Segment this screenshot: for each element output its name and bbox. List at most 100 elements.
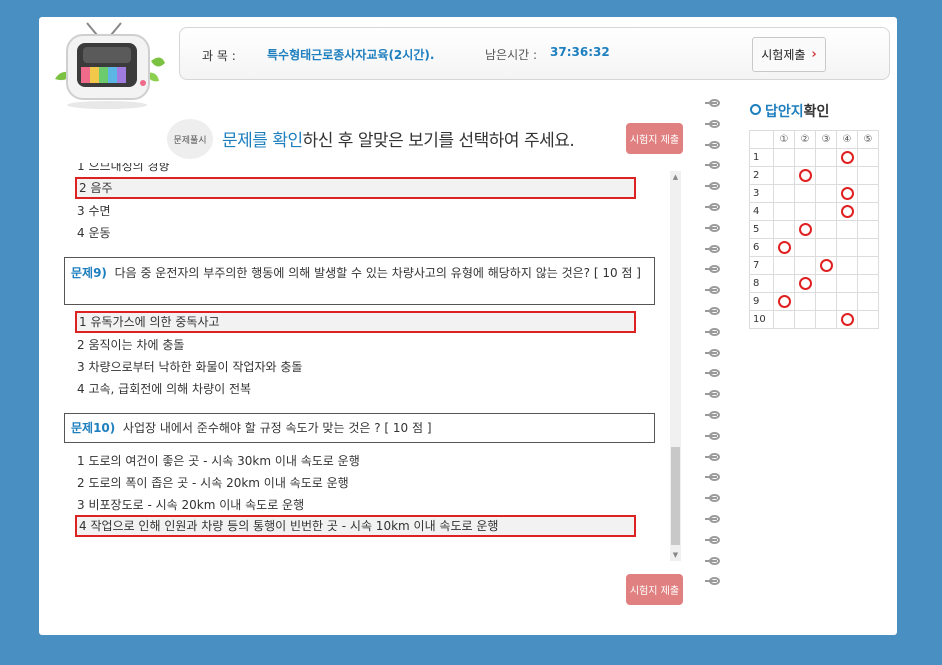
answer-sheet-cell[interactable]	[857, 310, 879, 329]
answer-sheet-cell[interactable]	[794, 202, 816, 221]
course-name: 특수형태근로종사자교육(2시간).	[267, 48, 435, 62]
answer-sheet-cell[interactable]	[857, 202, 879, 221]
answer-sheet-cell[interactable]	[815, 238, 837, 257]
selected-answer-circle-icon	[777, 295, 791, 308]
answer-sheet-cell[interactable]	[815, 166, 837, 185]
answer-sheet-cell[interactable]	[857, 184, 879, 203]
q8-option-2[interactable]: 2 음주	[75, 177, 636, 199]
answer-sheet-cell[interactable]	[815, 274, 837, 293]
answer-sheet-cell[interactable]	[857, 166, 879, 185]
answer-sheet-cell[interactable]	[773, 184, 795, 203]
answer-sheet-cell[interactable]	[794, 256, 816, 275]
q8-option-3[interactable]: 3 수면	[75, 200, 636, 222]
scroll-up-arrow-icon[interactable]: ▲	[670, 171, 681, 183]
instruction-highlight: 문제를 확인	[222, 131, 303, 151]
answer-sheet-cell[interactable]	[857, 148, 879, 167]
question-10-number: 문제10)	[71, 421, 116, 435]
answer-sheet-row: 2	[749, 166, 879, 185]
answer-sheet-cell[interactable]	[857, 256, 879, 275]
spiral-ring	[705, 494, 723, 503]
answer-sheet-column-header: ⑤	[857, 130, 879, 149]
answer-sheet-cell[interactable]	[836, 238, 858, 257]
answer-sheet-cell[interactable]	[857, 274, 879, 293]
answer-sheet-header-row: ①②③④⑤	[749, 130, 879, 149]
answer-sheet-table: ① ② ③ ④ ⑤ 1 2 3 4 5 6 7 8 9 10	[749, 130, 879, 329]
answer-sheet-cell[interactable]	[815, 220, 837, 239]
answer-sheet-cell[interactable]	[836, 292, 858, 311]
answer-sheet-cell[interactable]	[773, 256, 795, 275]
answer-sheet-cell[interactable]	[857, 220, 879, 239]
spiral-ring	[705, 390, 723, 399]
answer-sheet-column-header: ③	[815, 130, 837, 149]
selected-answer-circle-icon	[798, 277, 812, 290]
answer-sheet-cell[interactable]	[794, 292, 816, 311]
q10-option-4[interactable]: 4 작업으로 인해 인원과 차량 등의 통행이 빈번한 곳 - 시속 10km …	[75, 515, 636, 537]
spiral-ring	[705, 119, 723, 129]
answer-sheet-cell[interactable]	[836, 220, 858, 239]
answer-sheet-cell[interactable]	[794, 238, 816, 257]
answer-sheet-cell[interactable]	[773, 202, 795, 221]
answer-sheet-row: 9	[749, 292, 879, 311]
answer-sheet-cell[interactable]	[815, 292, 837, 311]
selected-answer-circle-icon	[840, 151, 854, 164]
answer-sheet-row-number: 5	[749, 220, 774, 239]
q9-option-1[interactable]: 1 유독가스에 의한 중독사고	[75, 311, 636, 333]
submit-paper-button-top[interactable]: 시험지 제출	[626, 123, 683, 154]
answer-sheet-cell[interactable]	[836, 148, 858, 167]
spiral-ring	[705, 452, 723, 462]
q9-option-2[interactable]: 2 움직이는 차에 충돌	[75, 334, 636, 356]
answer-sheet-cell[interactable]	[857, 292, 879, 311]
answer-sheet-cell[interactable]	[836, 274, 858, 293]
spiral-ring	[705, 535, 723, 545]
answer-sheet-cell[interactable]	[815, 310, 837, 329]
answer-sheet-row-number: 7	[749, 256, 774, 275]
q8-option-4[interactable]: 4 운동	[75, 222, 636, 244]
answer-sheet-cell[interactable]	[794, 184, 816, 203]
scrollbar-thumb[interactable]	[671, 447, 680, 545]
q10-option-3[interactable]: 3 비포장도로 - 시속 20km 이내 속도로 운행	[75, 494, 636, 516]
answer-sheet-cell[interactable]	[815, 202, 837, 221]
selected-answer-circle-icon	[798, 169, 812, 182]
answer-sheet-cell[interactable]	[836, 202, 858, 221]
submit-exam-button[interactable]: 시험제출 ›	[752, 37, 826, 72]
answer-sheet-cell[interactable]	[773, 292, 795, 311]
answer-sheet-row-number: 1	[749, 148, 774, 167]
answer-sheet-cell[interactable]	[773, 166, 795, 185]
spiral-ring	[705, 140, 723, 150]
submit-paper-button-bottom[interactable]: 시험지 제출	[626, 574, 683, 605]
answer-sheet-cell[interactable]	[773, 238, 795, 257]
q9-option-3[interactable]: 3 차량으로부터 낙하한 화물이 작업자와 충돌	[75, 356, 636, 378]
answer-sheet-cell[interactable]	[794, 274, 816, 293]
answer-sheet-cell[interactable]	[794, 148, 816, 167]
answer-sheet-cell[interactable]	[794, 166, 816, 185]
selected-answer-circle-icon	[840, 187, 854, 200]
answer-sheet-cell[interactable]	[773, 148, 795, 167]
answer-sheet-cell[interactable]	[773, 274, 795, 293]
answer-sheet-cell[interactable]	[815, 184, 837, 203]
spiral-ring	[705, 369, 723, 378]
answer-sheet-cell[interactable]	[836, 184, 858, 203]
submit-exam-label: 시험제출	[761, 48, 806, 62]
answer-sheet-cell[interactable]	[815, 148, 837, 167]
answer-sheet-cell[interactable]	[836, 310, 858, 329]
exam-panel: 과 목 : 특수형태근로종사자교육(2시간). 남은시간 : 37:36:32 …	[39, 17, 897, 635]
answer-sheet-cell[interactable]	[836, 256, 858, 275]
answer-sheet-cell[interactable]	[773, 310, 795, 329]
answer-sheet-row-number: 10	[749, 310, 774, 329]
q9-option-4[interactable]: 4 고속, 급회전에 의해 차량이 전복	[75, 378, 636, 400]
q10-option-1[interactable]: 1 도로의 여건이 좋은 곳 - 시속 30km 이내 속도로 운행	[75, 450, 636, 472]
scroll-down-arrow-icon[interactable]: ▼	[670, 549, 681, 561]
question-9-number: 문제9)	[71, 266, 107, 280]
answer-sheet-row: 4	[749, 202, 879, 221]
q10-option-2[interactable]: 2 도로의 폭이 좁은 곳 - 시속 20km 이내 속도로 운행	[75, 472, 636, 494]
answer-sheet-cell[interactable]	[794, 220, 816, 239]
answer-sheet-cell[interactable]	[815, 256, 837, 275]
exam-info-bar: 과 목 : 특수형태근로종사자교육(2시간). 남은시간 : 37:36:32 …	[179, 27, 890, 80]
spiral-ring	[705, 307, 723, 316]
answer-sheet-cell[interactable]	[836, 166, 858, 185]
answer-sheet-cell[interactable]	[794, 310, 816, 329]
q8-option-1[interactable]: 1 으므내성의 경향	[75, 163, 636, 177]
answer-sheet-cell[interactable]	[773, 220, 795, 239]
question-scrollbar[interactable]: ▲ ▼	[670, 171, 681, 561]
answer-sheet-cell[interactable]	[857, 238, 879, 257]
